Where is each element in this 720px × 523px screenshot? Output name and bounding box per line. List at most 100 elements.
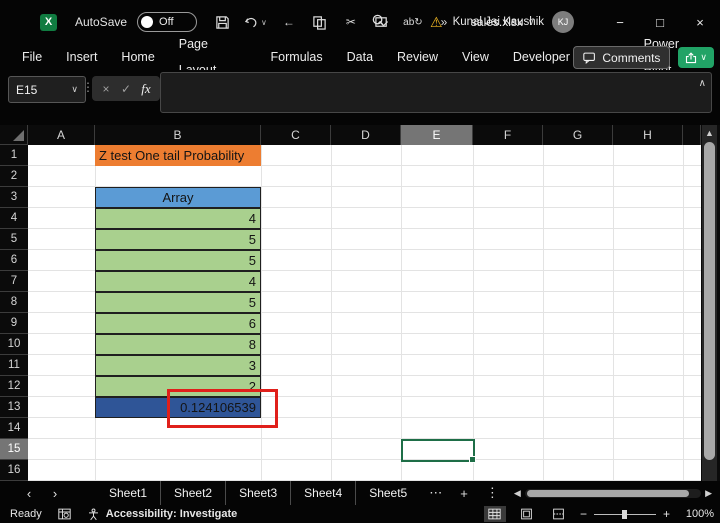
autosave-state: Off (159, 16, 173, 28)
ribbon-tab-review[interactable]: Review (385, 44, 450, 70)
cell-B7[interactable]: 4 (95, 271, 261, 292)
autosave-toggle[interactable]: Off (137, 12, 197, 32)
avatar[interactable]: KJ (552, 11, 574, 33)
row-header-13[interactable]: 13 (0, 397, 28, 418)
ribbon-tab-data[interactable]: Data (335, 44, 385, 70)
warning-icon[interactable]: ⚠ (430, 14, 443, 31)
sheet-tab-sheet1[interactable]: Sheet1 (96, 481, 161, 505)
column-header-B[interactable]: B (95, 125, 261, 145)
prev-sheet-icon[interactable]: ‹ (16, 486, 42, 501)
ribbon-tab-developer[interactable]: Developer (501, 44, 582, 70)
zoom-out-icon[interactable]: − (580, 507, 587, 521)
save-icon[interactable] (213, 13, 231, 31)
column-header-A[interactable]: A (28, 125, 95, 145)
row-header-2[interactable]: 2 (0, 166, 28, 187)
excel-app-icon[interactable]: X (40, 14, 57, 31)
ribbon-tab-insert[interactable]: Insert (54, 44, 109, 70)
sheet-tab-sheet3[interactable]: Sheet3 (226, 481, 291, 505)
accessibility-icon[interactable] (87, 508, 100, 521)
zoom-thumb[interactable] (622, 510, 627, 519)
formula-bar-input[interactable] (160, 72, 712, 113)
sheet-tab-sheet4[interactable]: Sheet4 (291, 481, 356, 505)
cancel-formula-icon[interactable]: × (96, 82, 116, 96)
undo-dropdown-icon[interactable]: ∨ (261, 18, 267, 27)
zoom-track[interactable] (594, 514, 656, 515)
copy-icon[interactable] (311, 13, 329, 31)
row-header-4[interactable]: 4 (0, 208, 28, 229)
name-box[interactable]: E15 ∨ (8, 76, 86, 103)
enter-formula-icon[interactable]: ✓ (116, 82, 136, 96)
row-header-8[interactable]: 8 (0, 292, 28, 313)
cell-B9[interactable]: 6 (95, 313, 261, 334)
vertical-scrollbar[interactable]: ▲ (702, 125, 717, 481)
row-header-9[interactable]: 9 (0, 313, 28, 334)
row-header-6[interactable]: 6 (0, 250, 28, 271)
gridline-horizontal (28, 459, 701, 460)
undo-button[interactable]: ∨ (244, 15, 267, 30)
row-header-1[interactable]: 1 (0, 145, 28, 166)
page-layout-view-icon[interactable] (516, 506, 538, 522)
select-all-corner[interactable] (0, 125, 28, 145)
column-header-G[interactable]: G (543, 125, 613, 145)
add-sheet-icon[interactable]: + (451, 486, 477, 501)
sheet-tab-sheet5[interactable]: Sheet5 (356, 481, 420, 505)
share-button[interactable]: ∨ (678, 47, 714, 68)
cell-B8[interactable]: 5 (95, 292, 261, 313)
insert-function-icon[interactable]: fx (136, 81, 156, 97)
cell-B3[interactable]: Array (95, 187, 261, 208)
row-header-5[interactable]: 5 (0, 229, 28, 250)
cell-B5[interactable]: 5 (95, 229, 261, 250)
ribbon-tab-view[interactable]: View (450, 44, 501, 70)
zoom-in-icon[interactable]: + (663, 507, 670, 521)
zoom-slider[interactable]: − + (580, 507, 670, 521)
cut-icon[interactable]: ✂ (342, 13, 360, 31)
sheet-tab-sheet2[interactable]: Sheet2 (161, 481, 226, 505)
column-header-H[interactable]: H (613, 125, 683, 145)
column-header-partial[interactable] (683, 125, 701, 145)
more-sheets-icon[interactable]: ⋯ (420, 485, 451, 501)
cell-B6[interactable]: 5 (95, 250, 261, 271)
sheet-menu-icon[interactable]: ⋮ (477, 485, 508, 501)
horizontal-scroll-track[interactable] (525, 489, 701, 498)
row-header-15[interactable]: 15 (0, 439, 28, 460)
horizontal-scrollbar[interactable]: ◀ ▶ (514, 486, 712, 500)
scroll-right-icon[interactable]: ▶ (705, 488, 712, 499)
column-header-D[interactable]: D (331, 125, 401, 145)
fill-handle[interactable] (469, 456, 476, 463)
ribbon-tab-file[interactable]: File (10, 44, 54, 70)
row-header-7[interactable]: 7 (0, 271, 28, 292)
accessibility-status[interactable]: Accessibility: Investigate (106, 508, 237, 520)
row-header-12[interactable]: 12 (0, 376, 28, 397)
ribbon-tab-formulas[interactable]: Formulas (259, 44, 335, 70)
statusbar-right: − + 100% (484, 505, 714, 523)
cell-B11[interactable]: 3 (95, 355, 261, 376)
cell-B10[interactable]: 8 (95, 334, 261, 355)
horizontal-scroll-thumb[interactable] (527, 490, 689, 497)
row-header-14[interactable]: 14 (0, 418, 28, 439)
normal-view-icon[interactable] (484, 506, 506, 522)
column-header-F[interactable]: F (473, 125, 543, 145)
scroll-left-icon[interactable]: ◀ (514, 488, 521, 499)
zoom-level[interactable]: 100% (680, 508, 714, 520)
comments-button[interactable]: Comments (573, 46, 670, 69)
cell-B4[interactable]: 4 (95, 208, 261, 229)
column-header-E[interactable]: E (401, 125, 473, 145)
next-sheet-icon[interactable]: › (42, 486, 68, 501)
worksheet-grid: ▲ ABCDEFGH12345678910111213141516Z test … (0, 125, 720, 481)
page-break-view-icon[interactable] (548, 506, 570, 522)
row-header-16[interactable]: 16 (0, 460, 28, 481)
row-header-10[interactable]: 10 (0, 334, 28, 355)
column-header-C[interactable]: C (261, 125, 331, 145)
macro-record-icon[interactable] (58, 508, 71, 520)
scroll-up-icon[interactable]: ▲ (702, 128, 717, 138)
ribbon-tab-home[interactable]: Home (109, 44, 166, 70)
row-header-11[interactable]: 11 (0, 355, 28, 376)
back-arrow-icon[interactable]: ← (280, 13, 298, 31)
user-name[interactable]: Kunal Jai Kaushik (453, 16, 544, 28)
row-header-3[interactable]: 3 (0, 187, 28, 208)
vertical-scroll-thumb[interactable] (704, 142, 715, 460)
active-cell-selection[interactable] (401, 439, 475, 462)
cell-B1[interactable]: Z test One tail Probability (95, 145, 261, 166)
search-icon[interactable] (371, 13, 386, 31)
collapse-formula-bar-icon[interactable]: ∧ (699, 78, 706, 89)
